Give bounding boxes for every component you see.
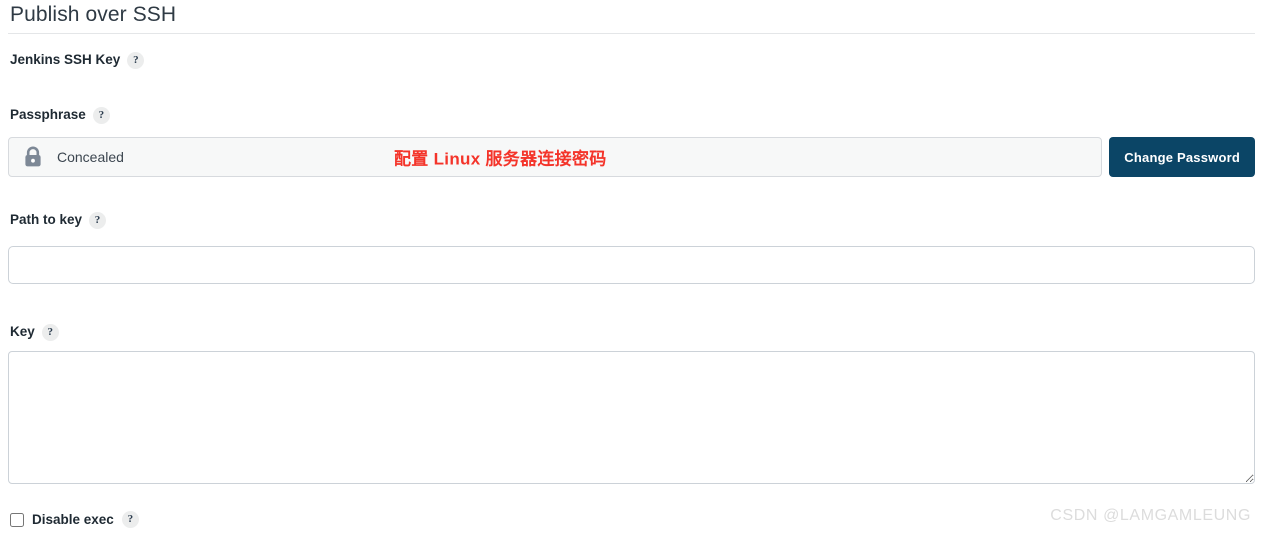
disable-exec-row: Disable exec ? <box>10 511 139 528</box>
jenkins-ssh-key-label-text: Jenkins SSH Key <box>10 52 121 67</box>
key-textarea[interactable] <box>8 351 1255 484</box>
title-divider <box>8 33 1255 34</box>
jenkins-ssh-key-help-icon[interactable]: ? <box>127 51 145 69</box>
path-to-key-label: Path to key ? <box>10 211 107 229</box>
change-password-button[interactable]: Change Password <box>1109 137 1255 177</box>
passphrase-label: Passphrase ? <box>10 106 110 124</box>
path-to-key-input[interactable] <box>8 246 1255 284</box>
key-label-text: Key <box>10 324 35 339</box>
page-title: Publish over SSH <box>10 3 177 26</box>
jenkins-ssh-key-label: Jenkins SSH Key ? <box>10 51 145 69</box>
passphrase-help-icon[interactable]: ? <box>92 106 110 124</box>
passphrase-annotation: 配置 Linux 服务器连接密码 <box>394 149 607 169</box>
passphrase-row: Concealed 配置 Linux 服务器连接密码 Change Passwo… <box>8 137 1255 177</box>
publish-over-ssh-panel: Publish over SSH Jenkins SSH Key ? Passp… <box>0 0 1263 534</box>
path-to-key-help-icon[interactable]: ? <box>89 211 107 229</box>
disable-exec-help-icon[interactable]: ? <box>121 511 139 528</box>
passphrase-concealed-field[interactable]: Concealed 配置 Linux 服务器连接密码 <box>8 137 1103 177</box>
csdn-watermark: CSDN @LAMGAMLEUNG <box>1050 507 1251 524</box>
disable-exec-label[interactable]: Disable exec <box>32 512 114 527</box>
disable-exec-checkbox[interactable] <box>10 512 24 527</box>
key-help-icon[interactable]: ? <box>41 323 59 341</box>
path-to-key-label-text: Path to key <box>10 212 83 227</box>
lock-icon <box>25 146 41 167</box>
key-label: Key ? <box>10 323 59 341</box>
passphrase-concealed-text: Concealed <box>57 149 124 165</box>
passphrase-label-text: Passphrase <box>10 107 86 122</box>
